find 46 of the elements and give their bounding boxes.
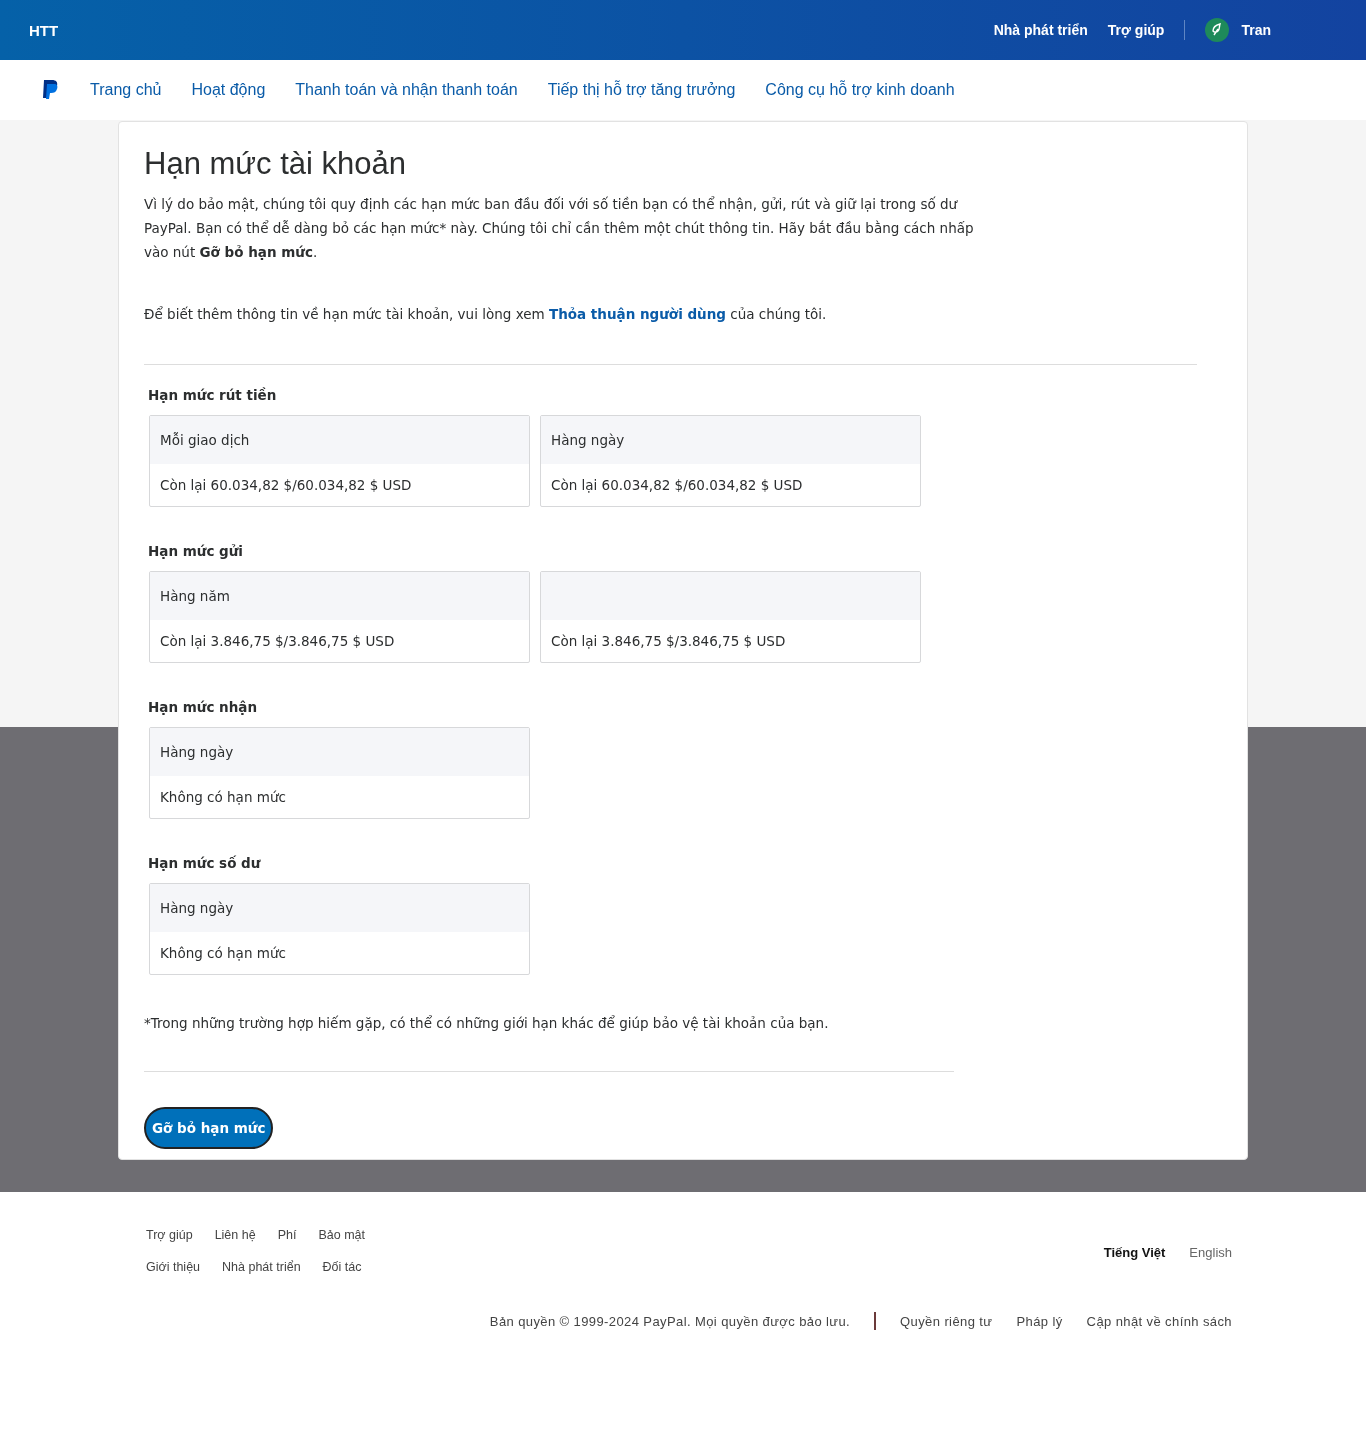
language-link[interactable]: Tiếng Việt bbox=[1103, 1245, 1166, 1292]
info-text: của chúng tôi. bbox=[730, 306, 827, 322]
limit-value: Không có hạn mức bbox=[160, 789, 286, 805]
user-name[interactable]: Tran bbox=[1241, 22, 1271, 38]
section-heading: Hạn mức số dư bbox=[148, 855, 262, 871]
section-heading: Hạn mức rút tiền bbox=[148, 387, 278, 403]
limit-value: Còn lại 3.846,75 $/3.846,75 $ USD bbox=[551, 633, 786, 649]
footer-link[interactable]: Liên hệ bbox=[214, 1228, 256, 1242]
footer-link[interactable]: Trợ giúp bbox=[146, 1228, 193, 1242]
nav-link[interactable]: Trang chủ bbox=[90, 81, 162, 99]
nav-link[interactable]: Thanh toán và nhận thanh toán bbox=[295, 81, 518, 99]
copyright: Bản quyền © 1999-2024 PayPal. Mọi quyền được bảo lưu. bbox=[489, 1313, 851, 1329]
period-label: Hàng ngày bbox=[160, 744, 234, 760]
top-link[interactable]: Trợ giúp bbox=[1107, 22, 1165, 38]
period-label: Hàng ngày bbox=[160, 900, 234, 916]
top-link[interactable]: Nhà phát triển bbox=[993, 22, 1088, 38]
nav-link[interactable]: Công cụ hỗ trợ kinh doanh bbox=[765, 81, 955, 99]
footer-link[interactable]: Phí bbox=[277, 1228, 297, 1242]
footer-link[interactable]: Đối tác bbox=[322, 1260, 362, 1274]
legal-link[interactable]: Cập nhật về chính sách bbox=[1086, 1313, 1232, 1329]
brand-name: HTT bbox=[29, 21, 59, 39]
section-heading: Hạn mức nhận bbox=[148, 699, 259, 715]
legal-link[interactable]: Pháp lý bbox=[1016, 1313, 1063, 1329]
limit-value: Không có hạn mức bbox=[160, 945, 286, 961]
user-agreement-link[interactable]: Thỏa thuận người dùng bbox=[548, 306, 726, 322]
footer-link[interactable]: Nhà phát triển bbox=[222, 1260, 301, 1274]
logo-icon[interactable] bbox=[40, 78, 60, 102]
limit-value: Còn lại 60.034,82 $/60.034,82 $ USD bbox=[551, 477, 803, 493]
page-title: Hạn mức tài khoản bbox=[144, 146, 407, 182]
footnote: *Trong những trường hợp hiếm gặp, có thể có những giới hạn khác để giúp bảo vệ tài khoản của bạn. bbox=[144, 1015, 830, 1031]
language-link[interactable]: English bbox=[1189, 1245, 1232, 1292]
info-text: Để biết thêm thông tin về hạn mức tài khoản, vui lòng xem bbox=[144, 306, 545, 322]
nav-link[interactable]: Hoạt động bbox=[191, 81, 266, 99]
intro-paragraph: Vì lý do bảo mật, chúng tôi quy định các hạn mức ban đầu đối với số tiền bạn có thể nhận, gửi, rút và giữ lại trong số dư PayPal. Bạn có thể dễ dàng bỏ các hạn mức* này. Chúng tôi chỉ cần thêm một chút thông tin. Hãy bắt đầu bằng cách nhấp vào nút Gỡ bỏ hạn mức. bbox=[144, 195, 974, 262]
avatar-icon[interactable] bbox=[1205, 18, 1230, 42]
section-heading: Hạn mức gửi bbox=[148, 543, 244, 559]
limit-value: Còn lại 60.034,82 $/60.034,82 $ USD bbox=[160, 477, 412, 493]
period-label: Hàng năm bbox=[160, 588, 230, 604]
limit-value: Còn lại 3.846,75 $/3.846,75 $ USD bbox=[160, 633, 395, 649]
legal-link[interactable]: Quyền riêng tư bbox=[900, 1313, 993, 1329]
nav-link[interactable]: Tiếp thị hỗ trợ tăng trưởng bbox=[547, 81, 736, 99]
period-label: Hàng ngày bbox=[551, 432, 625, 448]
remove-limits-button[interactable]: Gỡ bỏ hạn mức bbox=[144, 1107, 274, 1149]
footer-link[interactable]: Giới thiệu bbox=[146, 1260, 201, 1274]
period-label: Mỗi giao dịch bbox=[160, 432, 250, 448]
footer-link[interactable]: Bảo mật bbox=[318, 1228, 365, 1242]
